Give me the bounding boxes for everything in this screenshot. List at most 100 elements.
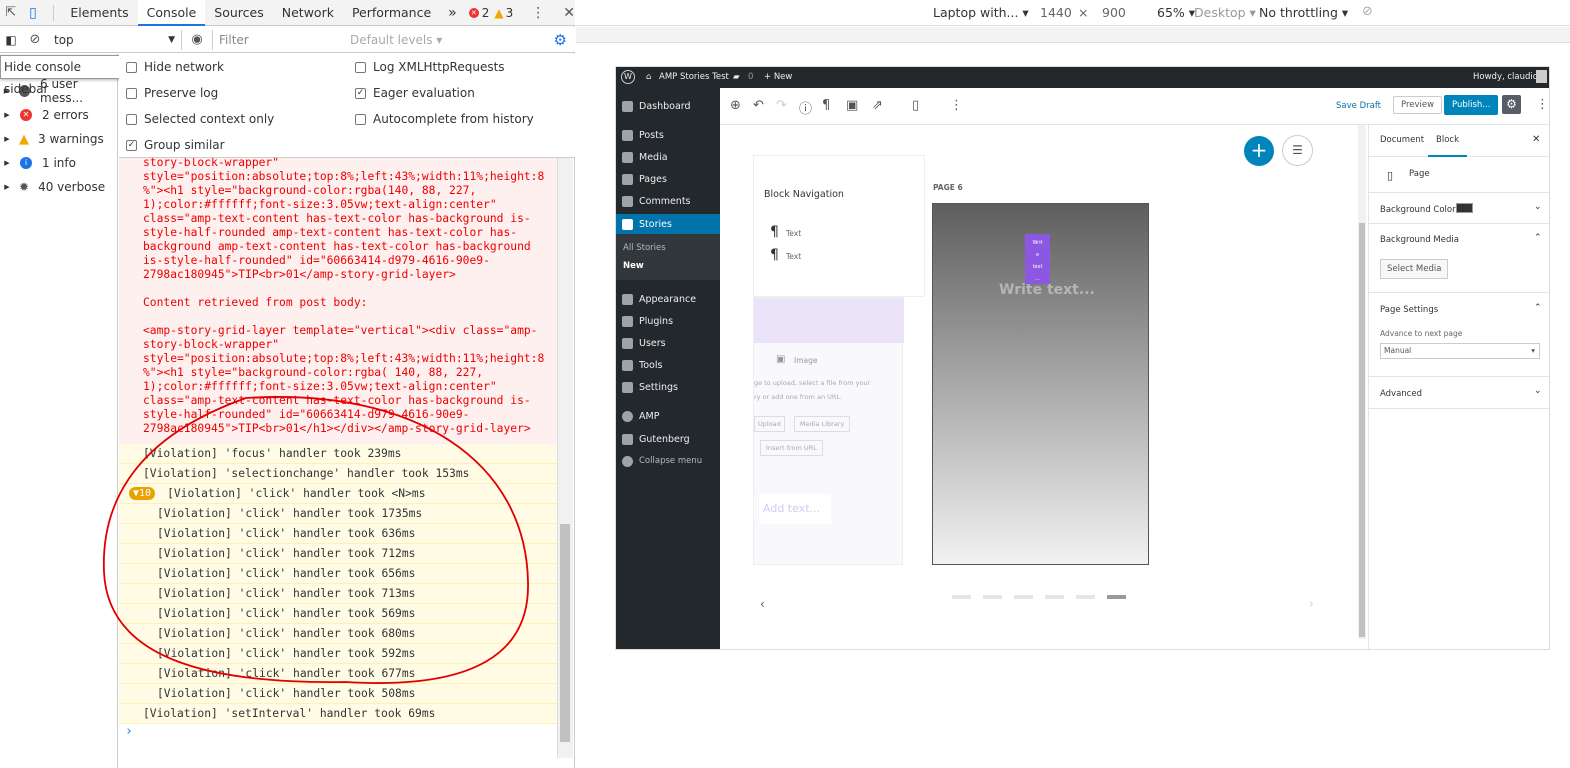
media-query-ruler[interactable] <box>576 27 1570 43</box>
menu-media[interactable]: Media <box>616 147 720 167</box>
tab-sources[interactable]: Sources <box>205 0 272 26</box>
preserve-log-checkbox[interactable]: Preserve log <box>126 86 218 100</box>
howdy-link[interactable]: Howdy, claudio <box>1473 72 1538 82</box>
paragraph-icon[interactable]: ¶ <box>822 98 830 113</box>
select-media-button[interactable]: Select Media <box>1380 259 1449 279</box>
chevron-up-icon[interactable]: ⌃ <box>1534 303 1542 313</box>
add-block-icon[interactable]: ⊕ <box>730 98 741 113</box>
mode-select[interactable]: Desktop ▾ <box>1194 5 1256 20</box>
tab-block[interactable]: Block <box>1428 125 1467 157</box>
filter-input[interactable]: Filter <box>212 29 346 50</box>
selected-context-checkbox[interactable]: Selected context only <box>126 112 274 126</box>
text-block-selected[interactable]: Writ e text ... <box>1025 234 1050 284</box>
page-dot[interactable] <box>952 595 971 599</box>
tab-performance[interactable]: Performance <box>343 0 440 26</box>
image-icon[interactable]: ▣ <box>846 98 858 113</box>
eager-evaluation-checkbox[interactable]: ✓ Eager evaluation <box>355 86 475 100</box>
menu-dashboard[interactable]: Dashboard <box>616 96 720 116</box>
sidebar-toggle-icon[interactable]: ◧ <box>0 33 22 47</box>
previous-page-preview[interactable]: ▣ Image ge to upload, select a file from… <box>753 297 904 565</box>
log-xhr-checkbox[interactable]: Log XMLHttpRequests <box>355 60 505 74</box>
width-input[interactable]: 1440 <box>1040 5 1072 20</box>
scrollbar-thumb[interactable] <box>560 524 570 742</box>
close-devtools-button[interactable]: ✕ <box>563 5 575 21</box>
inspect-icon[interactable]: ⇱ <box>0 5 21 20</box>
eye-icon[interactable]: ◉ <box>182 32 212 47</box>
kebab-menu-icon[interactable]: ⋮ <box>531 5 545 21</box>
preview-button[interactable]: Preview <box>1393 96 1443 114</box>
panel-background-color[interactable]: Background Color ⌄ <box>1369 193 1549 224</box>
page-dot[interactable] <box>1076 595 1095 599</box>
error-badge[interactable]: ✕ 2 ▲ 3 <box>468 6 513 20</box>
reorder-pages-icon[interactable]: ☰ <box>1282 135 1313 166</box>
tab-console[interactable]: Console <box>137 0 206 26</box>
throttle-select[interactable]: No throttling ▾ <box>1259 5 1348 20</box>
sidebar-item-verbose[interactable]: ▶ ✹ 40 verbose <box>0 175 118 199</box>
canvas-scrollbar[interactable] <box>1358 125 1366 639</box>
chevron-down-icon[interactable]: ⌄ <box>1534 386 1542 396</box>
comment-count[interactable]: 0 <box>748 72 753 82</box>
menu-tools[interactable]: Tools <box>616 355 720 375</box>
color-swatch[interactable] <box>1456 203 1473 213</box>
save-draft-button[interactable]: Save Draft <box>1336 101 1381 111</box>
panel-advanced[interactable]: Advanced ⌄ <box>1369 377 1549 409</box>
page-dot[interactable] <box>1045 595 1064 599</box>
console-prompt[interactable]: › <box>125 724 133 739</box>
submenu-all-stories[interactable]: All Stories <box>623 243 666 253</box>
sidebar-item-warnings[interactable]: ▶ ▲ 3 warnings <box>0 127 118 151</box>
advance-select[interactable]: Manual ▾ <box>1380 343 1540 359</box>
menu-posts[interactable]: Posts <box>616 125 720 145</box>
device-toolbar-icon[interactable]: ▯ <box>21 5 44 21</box>
sidebar-item-errors[interactable]: ▶ ✕ 2 errors <box>0 103 118 127</box>
context-select[interactable]: top ▼ <box>48 29 182 50</box>
tab-elements[interactable]: Elements <box>61 0 137 26</box>
hide-network-checkbox[interactable]: Hide network <box>126 60 224 74</box>
nav-item-text[interactable]: Text <box>786 229 801 238</box>
menu-comments[interactable]: Comments <box>616 191 720 211</box>
page-dot[interactable] <box>983 595 1002 599</box>
menu-amp[interactable]: AMP <box>616 406 720 426</box>
page-icon[interactable]: ▯ <box>912 98 919 113</box>
console-scrollbar[interactable] <box>557 158 573 758</box>
rotate-icon[interactable]: ⊘ <box>1362 4 1373 19</box>
chevron-right-icon[interactable]: › <box>1309 597 1314 611</box>
submenu-new[interactable]: New <box>623 261 644 271</box>
chevron-up-icon[interactable]: ⌃ <box>1534 233 1542 243</box>
add-page-button[interactable]: + <box>1244 136 1274 166</box>
menu-pages[interactable]: Pages <box>616 169 720 189</box>
levels-dropdown[interactable]: Default levels ▾ <box>346 33 506 47</box>
menu-plugins[interactable]: Plugins <box>616 311 720 331</box>
menu-settings[interactable]: Settings <box>616 377 720 397</box>
cta-icon[interactable]: ⇗ <box>872 98 883 113</box>
gear-icon[interactable]: ⚙ <box>554 31 567 49</box>
undo-icon[interactable]: ↶ <box>753 98 764 113</box>
insert-url-button[interactable]: Insert from URL <box>760 440 823 456</box>
page-dot[interactable] <box>1014 595 1033 599</box>
publish-button[interactable]: Publish... <box>1444 95 1499 115</box>
wordpress-logo-icon[interactable]: W <box>621 70 635 84</box>
violation-group-header[interactable]: ▼10 [Violation] 'click' handler took <N>… <box>119 484 557 504</box>
nav-item-text[interactable]: Text <box>786 252 801 261</box>
site-name-link[interactable]: AMP Stories Test <box>659 72 729 82</box>
more-tabs-button[interactable]: » <box>440 5 465 21</box>
group-similar-checkbox[interactable]: ✓ Group similar <box>126 138 225 152</box>
new-content-link[interactable]: + New <box>764 72 792 82</box>
tab-document[interactable]: Document <box>1380 135 1424 145</box>
menu-stories[interactable]: Stories <box>616 214 720 234</box>
info-icon[interactable]: ⓘ <box>799 98 812 117</box>
media-library-button[interactable]: Media Library <box>794 416 851 432</box>
zoom-select[interactable]: 65% ▾ <box>1157 5 1195 20</box>
page-dot-active[interactable] <box>1107 595 1126 599</box>
more-options-icon[interactable]: ⋮ <box>950 98 963 113</box>
tab-network[interactable]: Network <box>273 0 343 26</box>
menu-users[interactable]: Users <box>616 333 720 353</box>
chevron-left-icon[interactable]: ‹ <box>760 597 765 611</box>
settings-gear-icon[interactable]: ⚙ <box>1502 95 1521 114</box>
height-input[interactable]: 900 <box>1102 5 1126 20</box>
add-text-block[interactable]: Add text... <box>759 494 831 524</box>
write-text-placeholder[interactable]: Write text... <box>999 282 1095 298</box>
clear-console-icon[interactable]: ⊘ <box>22 32 48 47</box>
upload-button[interactable]: Upload <box>754 416 785 432</box>
chevron-down-icon[interactable]: ⌄ <box>1534 202 1542 212</box>
collapse-menu-button[interactable]: Collapse menu <box>616 451 720 471</box>
